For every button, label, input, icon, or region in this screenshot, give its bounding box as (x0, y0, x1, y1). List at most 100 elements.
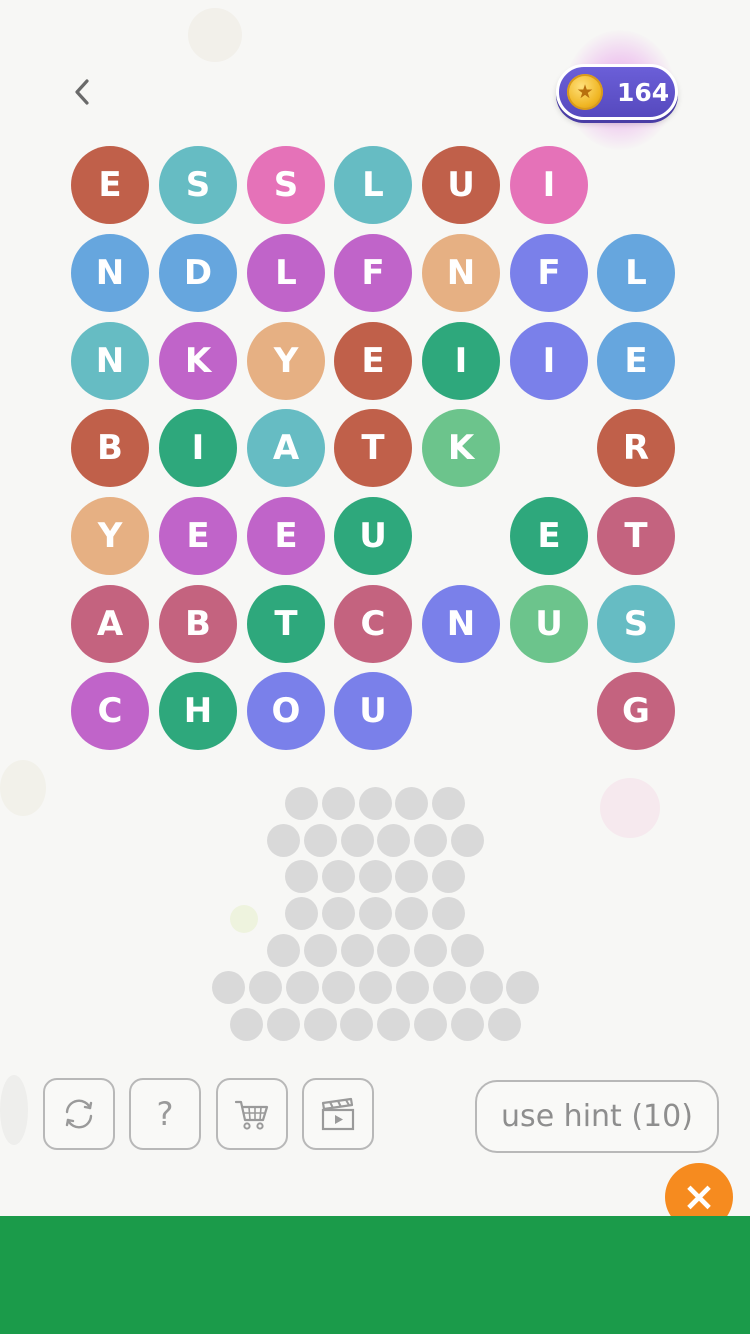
letter-tile[interactable]: F (510, 234, 588, 312)
answer-slot (488, 1008, 521, 1041)
letter-tile[interactable]: B (71, 409, 149, 487)
answer-slot (432, 860, 465, 893)
answer-slot (433, 971, 466, 1004)
letter-tile[interactable]: U (334, 497, 412, 575)
help-button[interactable]: ? (129, 1078, 201, 1150)
answer-slot (304, 934, 337, 967)
answer-slot (377, 824, 410, 857)
letter-tile[interactable]: N (71, 322, 149, 400)
letter-tile[interactable]: E (510, 497, 588, 575)
answer-slot (432, 787, 465, 820)
letter-tile[interactable]: H (159, 672, 237, 750)
answer-slot (377, 1008, 410, 1041)
background-bubble (0, 760, 46, 816)
letter-tile[interactable]: S (159, 146, 237, 224)
answer-slot (377, 934, 410, 967)
letter-tile[interactable]: E (334, 322, 412, 400)
letter-tile[interactable]: E (247, 497, 325, 575)
watch-video-button[interactable] (302, 1078, 374, 1150)
letter-tile[interactable]: T (334, 409, 412, 487)
answer-slot (414, 824, 447, 857)
letter-tile[interactable]: U (334, 672, 412, 750)
answer-slot (359, 897, 392, 930)
answer-slot (304, 824, 337, 857)
answer-slot (395, 787, 428, 820)
answer-slot (322, 897, 355, 930)
answer-slot (267, 1008, 300, 1041)
shop-button[interactable] (216, 1078, 288, 1150)
answer-slot (414, 934, 447, 967)
letter-tile[interactable]: I (510, 146, 588, 224)
answer-slot (341, 824, 374, 857)
letter-tile[interactable]: C (71, 672, 149, 750)
letter-tile[interactable]: K (422, 409, 500, 487)
letter-tile[interactable]: I (422, 322, 500, 400)
letter-tile[interactable]: N (422, 234, 500, 312)
background-bubble (0, 1075, 28, 1145)
answer-slot (285, 860, 318, 893)
letter-tile[interactable]: T (597, 497, 675, 575)
letter-tile[interactable]: O (247, 672, 325, 750)
answer-slot (230, 1008, 263, 1041)
letter-tile[interactable]: L (597, 234, 675, 312)
letter-tile[interactable]: L (247, 234, 325, 312)
letter-tile[interactable]: A (71, 585, 149, 663)
answer-slot (285, 787, 318, 820)
answer-slot (359, 971, 392, 1004)
answer-slot (249, 971, 282, 1004)
background-bubble (188, 8, 242, 62)
answer-slot (285, 897, 318, 930)
background-bubble (600, 778, 660, 838)
answer-slot (340, 1008, 373, 1041)
answer-slot (470, 971, 503, 1004)
letter-tile[interactable]: U (510, 585, 588, 663)
letter-tile[interactable]: B (159, 585, 237, 663)
shuffle-button[interactable] (43, 1078, 115, 1150)
letter-tile[interactable]: E (597, 322, 675, 400)
cart-icon (234, 1100, 269, 1130)
close-icon: × (682, 1174, 716, 1220)
use-hint-button[interactable]: use hint (10) (475, 1080, 719, 1153)
answer-slot (414, 1008, 447, 1041)
answer-slot (395, 860, 428, 893)
answer-slot (267, 934, 300, 967)
back-button[interactable] (62, 70, 102, 114)
letter-tile[interactable]: I (159, 409, 237, 487)
letter-tile[interactable]: I (510, 322, 588, 400)
letter-tile[interactable]: Y (247, 322, 325, 400)
clapperboard-icon (321, 1097, 355, 1131)
answer-slot (359, 787, 392, 820)
letter-tile[interactable]: E (159, 497, 237, 575)
letter-tile[interactable]: F (334, 234, 412, 312)
letter-tile[interactable]: G (597, 672, 675, 750)
letter-tile[interactable]: S (247, 146, 325, 224)
answer-slot (451, 824, 484, 857)
letter-tile[interactable]: R (597, 409, 675, 487)
letter-tile[interactable]: S (597, 585, 675, 663)
letter-tile[interactable]: T (247, 585, 325, 663)
answer-slot (286, 971, 319, 1004)
background-bubble (230, 905, 258, 933)
ad-banner[interactable] (0, 1216, 750, 1334)
letter-tile[interactable]: U (422, 146, 500, 224)
letter-tile[interactable]: L (334, 146, 412, 224)
letter-tile[interactable]: D (159, 234, 237, 312)
letter-tile[interactable]: E (71, 146, 149, 224)
coin-count: 164 (617, 77, 670, 107)
answer-slot (395, 897, 428, 930)
answer-slot (451, 1008, 484, 1041)
answer-slot (396, 971, 429, 1004)
letter-tile[interactable]: Y (71, 497, 149, 575)
answer-slot (322, 860, 355, 893)
letter-tile[interactable]: N (71, 234, 149, 312)
letter-tile[interactable]: A (247, 409, 325, 487)
answer-slot (359, 860, 392, 893)
answer-slot (341, 934, 374, 967)
letter-tile[interactable]: C (334, 585, 412, 663)
chevron-left-icon (75, 79, 89, 105)
answer-slot (267, 824, 300, 857)
answer-slot (432, 897, 465, 930)
coin-balance[interactable]: ★ 164 (556, 64, 678, 120)
letter-tile[interactable]: N (422, 585, 500, 663)
letter-tile[interactable]: K (159, 322, 237, 400)
